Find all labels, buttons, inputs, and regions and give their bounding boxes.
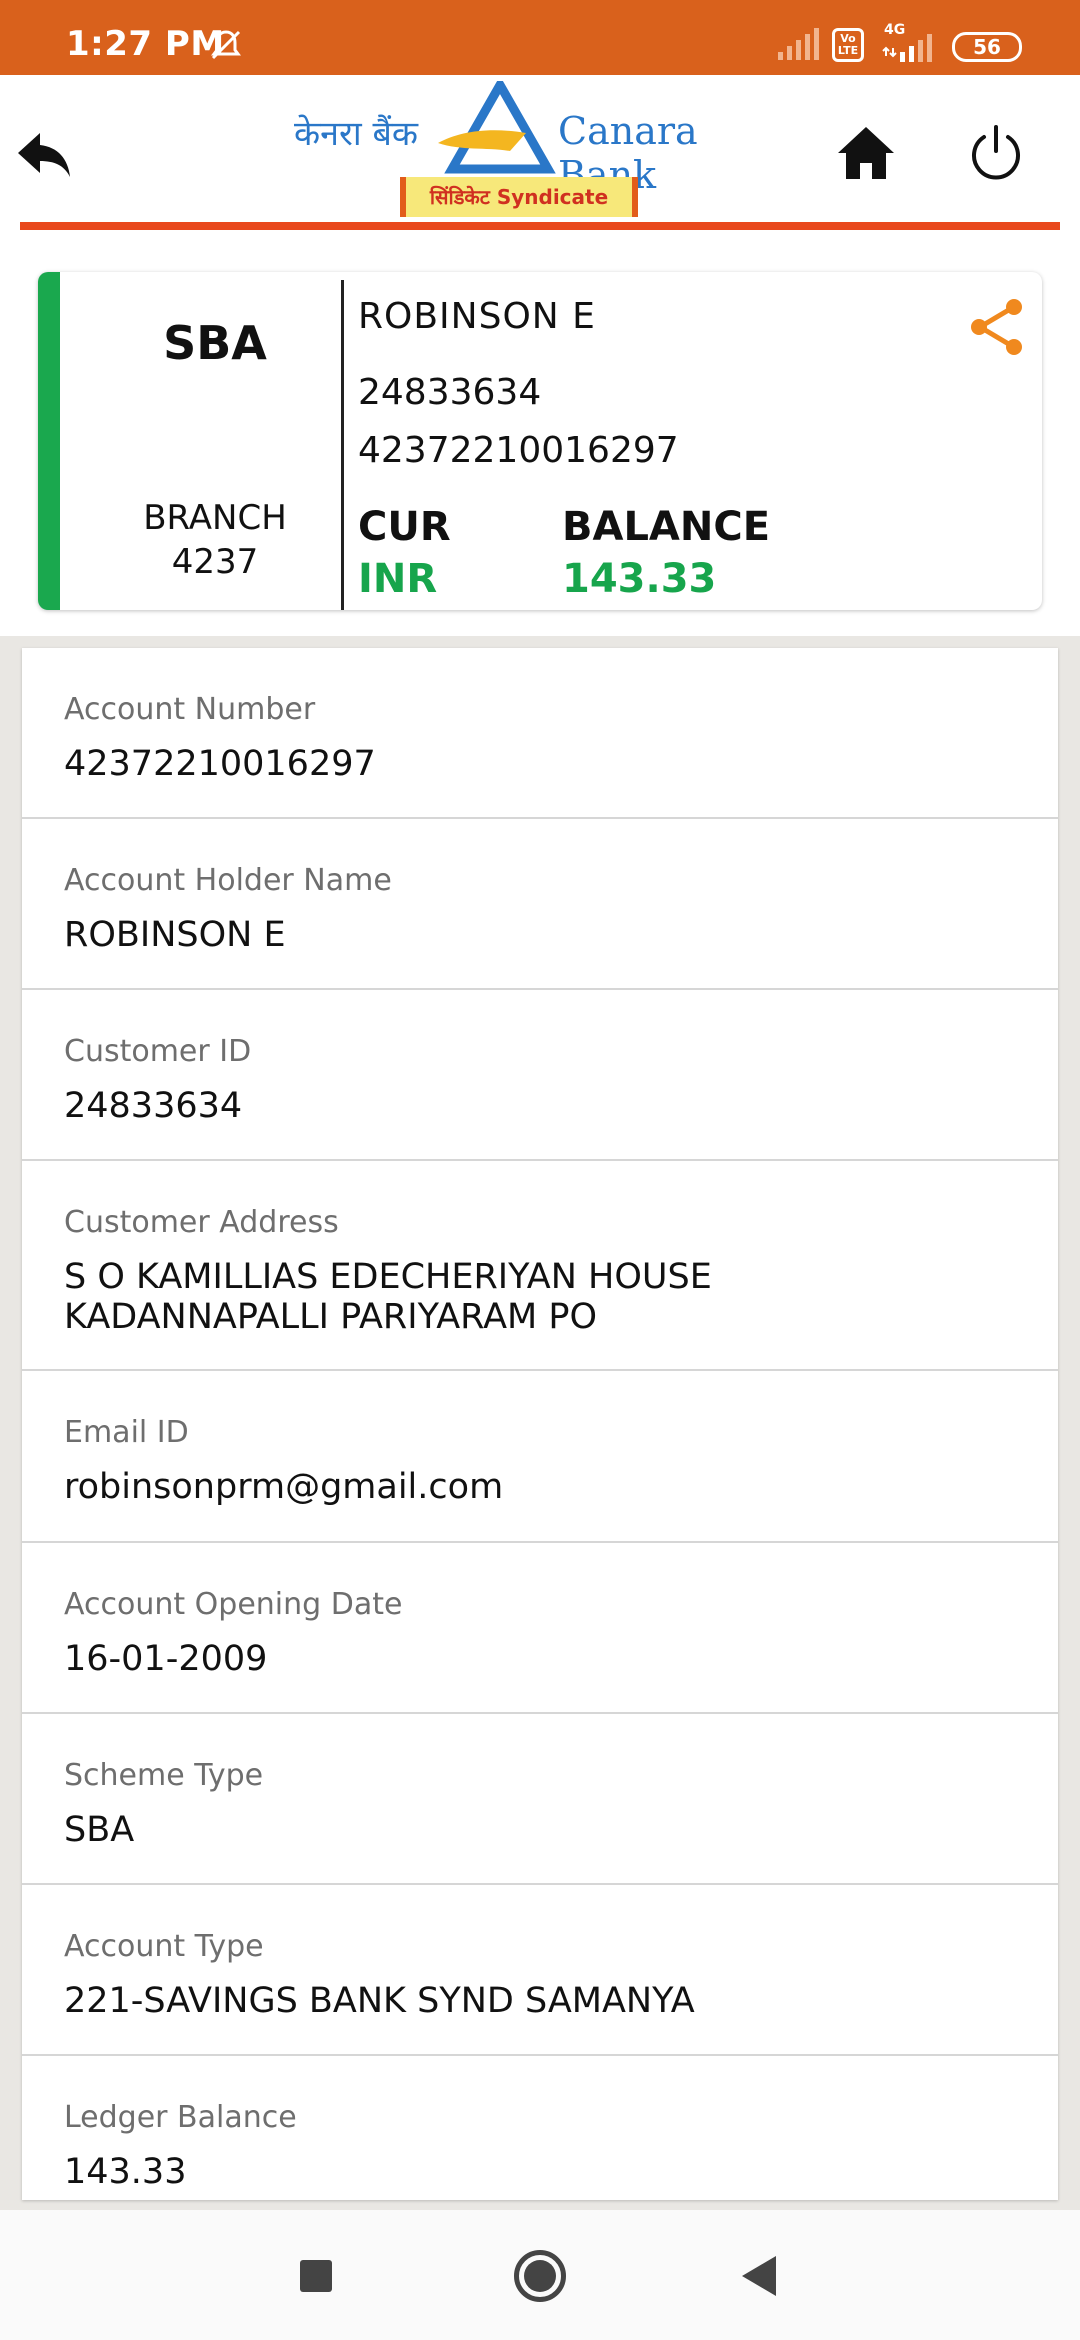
signal-2-icon [882, 34, 932, 62]
detail-row-account-type: Account Type 221-SAVINGS BANK SYND SAMAN… [22, 1885, 1058, 2056]
account-detail-list: Account Number 42372210016297 Account Ho… [22, 648, 1058, 2200]
home-button-dot-icon [524, 2260, 556, 2292]
canara-triangle-logo-icon [438, 81, 556, 174]
detail-label: Account Number [64, 692, 316, 727]
detail-value: 143.33 [64, 2152, 187, 2192]
account-summary-card: SBA BRANCH 4237 ROBINSON E 24833634 4237… [38, 272, 1042, 610]
detail-row-customer-id: Customer ID 24833634 [22, 990, 1058, 1161]
recents-button[interactable] [300, 2260, 332, 2292]
app-header: केनरा बैंक Canara Bank सिंडिकेट Syndicat… [0, 75, 1080, 230]
back-arrow-icon[interactable] [14, 127, 74, 183]
volte-icon: Vo LTE [832, 28, 864, 62]
detail-row-email: Email ID robinsonprm@gmail.com [22, 1371, 1058, 1543]
status-time: 1:27 PM [66, 24, 225, 64]
detail-row-account-number: Account Number 42372210016297 [22, 648, 1058, 819]
logo-hindi-text: केनरा बैंक [294, 114, 419, 154]
detail-value: robinsonprm@gmail.com [64, 1467, 504, 1507]
account-number: 42372210016297 [358, 430, 679, 471]
balance-value: 143.33 [562, 556, 717, 602]
battery-icon: 56 [952, 32, 1022, 62]
detail-value: SBA [64, 1810, 135, 1850]
detail-row-customer-address: Customer Address S O KAMILLIAS EDECHERIY… [22, 1161, 1058, 1371]
detail-label: Customer ID [64, 1034, 252, 1069]
scheme-code: SBA [163, 316, 267, 370]
detail-value: 16-01-2009 [64, 1639, 268, 1679]
detail-label: Ledger Balance [64, 2100, 297, 2135]
signal-1-icon [778, 28, 819, 60]
detail-label: Account Holder Name [64, 863, 392, 898]
detail-label: Email ID [64, 1415, 189, 1450]
branch-label: BRANCH [143, 498, 287, 538]
detail-row-scheme-type: Scheme Type SBA [22, 1714, 1058, 1885]
home-icon[interactable] [836, 123, 896, 183]
system-nav-bar [0, 2210, 1080, 2340]
holder-name: ROBINSON E [358, 296, 596, 337]
bank-logo: केनरा बैंक Canara Bank सिंडिकेट Syndicat… [290, 81, 800, 221]
syndicate-banner: सिंडिकेट Syndicate [400, 177, 638, 217]
power-icon[interactable] [966, 123, 1026, 183]
share-icon[interactable] [966, 296, 1028, 358]
back-button[interactable] [742, 2256, 776, 2296]
branch-code: 4237 [171, 542, 259, 582]
detail-value: S O KAMILLIAS EDECHERIYAN HOUSE KADANNAP… [64, 1257, 712, 1337]
status-bar: 1:27 PM Vo LTE 4G 56 [0, 0, 1080, 75]
detail-label: Customer Address [64, 1205, 339, 1240]
detail-label: Account Opening Date [64, 1587, 403, 1622]
detail-value: 24833634 [64, 1086, 243, 1126]
card-divider [341, 280, 344, 610]
card-accent-bar [38, 272, 60, 610]
detail-label: Scheme Type [64, 1758, 264, 1793]
do-not-disturb-icon [211, 30, 241, 60]
detail-value: ROBINSON E [64, 915, 286, 955]
balance-label: BALANCE [562, 504, 771, 550]
customer-id: 24833634 [358, 372, 542, 413]
detail-row-opening-date: Account Opening Date 16-01-2009 [22, 1543, 1058, 1714]
currency-label: CUR [358, 504, 451, 550]
detail-value: 42372210016297 [64, 744, 376, 784]
header-divider [20, 222, 1060, 230]
currency-value: INR [358, 556, 438, 602]
detail-value: 221-SAVINGS BANK SYND SAMANYA [64, 1981, 695, 2021]
detail-row-holder-name: Account Holder Name ROBINSON E [22, 819, 1058, 990]
detail-row-ledger-balance: Ledger Balance 143.33 [22, 2056, 1058, 2200]
detail-label: Account Type [64, 1929, 264, 1964]
